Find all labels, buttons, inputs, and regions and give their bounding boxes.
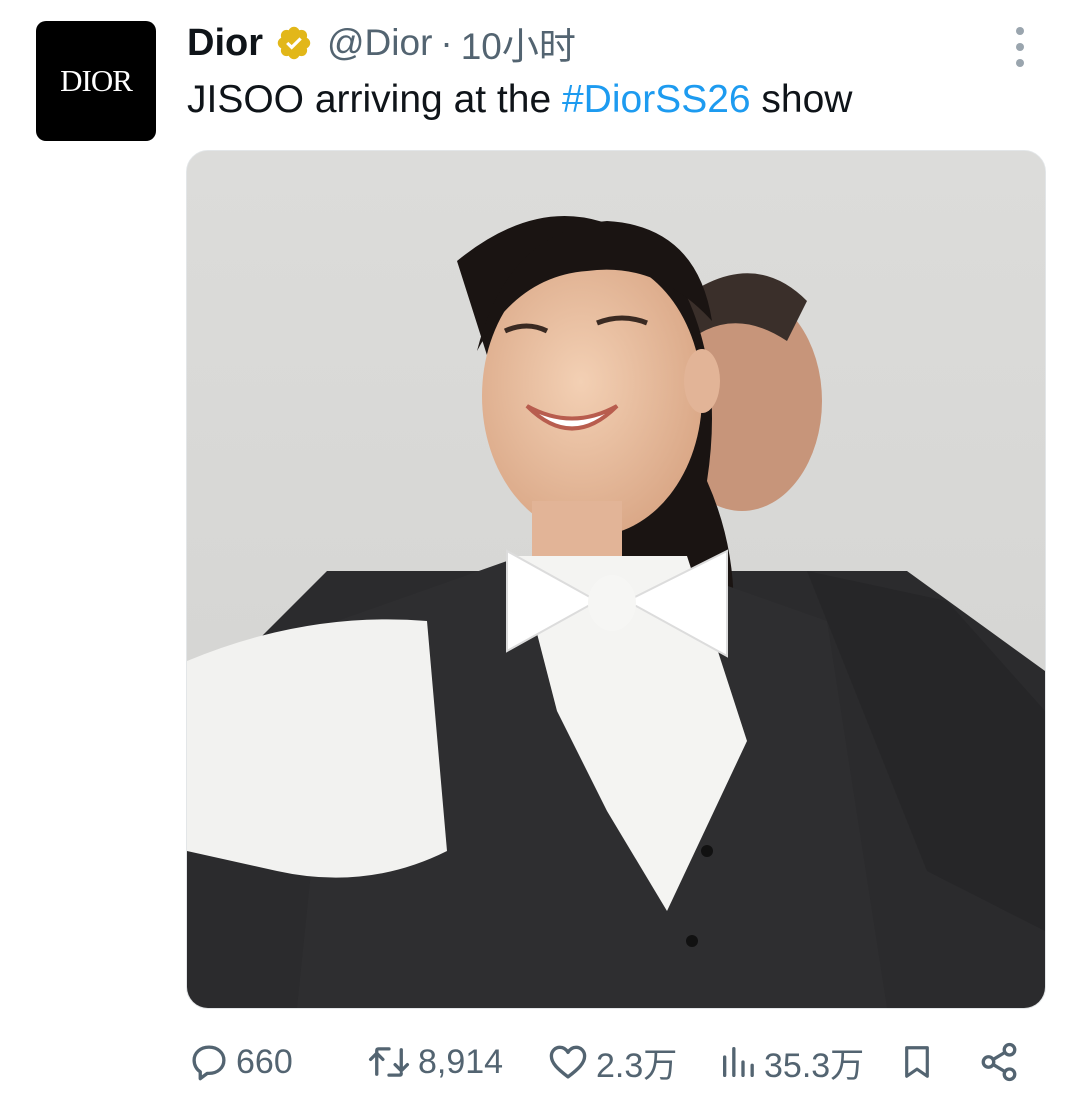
more-options-icon[interactable] [1012,27,1028,67]
share-icon [981,1042,1017,1082]
reply-count: 660 [236,1042,293,1081]
tweet-text: JISOO arriving at the #DiorSS26 show [187,78,852,122]
hashtag-link[interactable]: #DiorSS26 [562,78,751,121]
author-name[interactable]: Dior [187,22,263,65]
views-button[interactable]: 35.3万 [718,1037,864,1087]
like-button[interactable]: 2.3万 [546,1037,677,1087]
author-handle[interactable]: @Dior [327,22,432,64]
video-player[interactable] [186,150,1046,1009]
tweet-text-start: JISOO arriving at the [187,78,562,121]
like-count: 2.3万 [596,1046,678,1085]
retweet-count: 8,914 [418,1042,504,1081]
action-bar: 660 8,914 2.3万 35.3万 [188,1037,1038,1087]
timestamp[interactable]: 10小时 [461,16,576,70]
verified-badge-icon[interactable] [275,24,313,62]
retweet-button[interactable]: 8,914 [366,1037,503,1087]
tweet-text-end: show [750,78,853,121]
views-count: 35.3万 [764,1046,865,1085]
reply-icon [192,1045,226,1081]
separator-dot: · [440,22,453,63]
reply-button[interactable]: 660 [188,1037,293,1087]
video-frame [187,151,1045,1008]
retweet-icon [368,1047,410,1077]
avatar-logo-text: DIOR [60,63,133,98]
tweet-header: Dior @Dior · 10小时 [187,18,576,68]
share-button[interactable] [978,1037,1020,1087]
avatar[interactable]: DIOR [36,21,156,141]
bookmark-button[interactable] [898,1037,936,1087]
views-chart-icon [723,1047,754,1077]
heart-icon [549,1045,587,1079]
bookmark-icon [905,1046,929,1078]
